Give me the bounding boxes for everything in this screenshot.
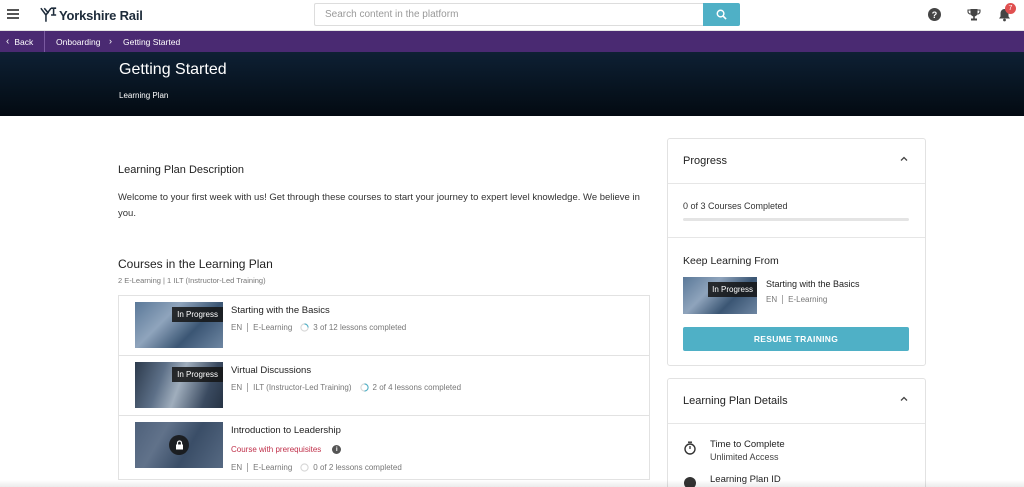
top-bar: Yorkshire Rail ? 7 (0, 0, 1024, 31)
course-type: E-Learning (253, 463, 293, 472)
course-type: E-Learning (253, 323, 293, 332)
meta-divider (247, 463, 249, 472)
course-meta: EN E-Learning 3 of 12 lessons completed (231, 323, 406, 332)
meta-divider (782, 295, 784, 304)
status-badge: In Progress (172, 307, 223, 322)
breadcrumb-onboarding[interactable]: Onboarding (56, 37, 100, 47)
course-row-intro-leadership[interactable]: Introduction to Leadership Course with p… (119, 416, 649, 480)
breadcrumb-current: Getting Started (123, 37, 181, 47)
course-title[interactable]: Introduction to Leadership (231, 425, 341, 436)
help-icon[interactable]: ? (928, 8, 941, 21)
progress-ring-icon (300, 463, 309, 472)
search-input[interactable] (315, 4, 704, 25)
keep-learning-meta: EN E-Learning (766, 295, 827, 304)
back-button[interactable]: ‹ Back (6, 31, 33, 52)
course-thumbnail[interactable]: In Progress (135, 302, 223, 348)
courses-completed-text: 0 of 3 Courses Completed (683, 201, 788, 211)
info-icon[interactable]: i (332, 445, 342, 454)
progress-ring-icon (359, 383, 369, 392)
status-badge: In Progress (708, 282, 757, 297)
search-box (314, 3, 704, 26)
course-type: ILT (Instructor-Led Training) (253, 383, 352, 392)
stopwatch-icon (684, 441, 696, 455)
meta-divider (247, 323, 249, 332)
course-progress: 2 of 4 lessons completed (372, 383, 462, 392)
prerequisite-notice: Course with prerequisites i (231, 445, 342, 454)
course-title[interactable]: Virtual Discussions (231, 365, 311, 376)
details-card-header[interactable]: Learning Plan Details (668, 379, 925, 424)
notification-badge: 7 (1005, 3, 1016, 14)
keep-learning-heading: Keep Learning From (683, 255, 779, 267)
keep-learning-thumbnail[interactable]: In Progress (683, 277, 757, 314)
progress-card: Progress 0 of 3 Courses Completed Keep L… (667, 138, 926, 366)
progress-bar (683, 218, 909, 221)
menu-icon[interactable] (7, 9, 19, 19)
status-badge: In Progress (172, 367, 223, 382)
details-card: Learning Plan Details Time to Complete U… (667, 378, 926, 487)
card-divider (668, 237, 925, 238)
page-title: Getting Started (119, 61, 227, 78)
description-text: Welcome to your first week with us! Get … (118, 192, 640, 219)
brand-logo[interactable]: Yorkshire Rail (40, 6, 143, 24)
bottom-edge-shadow (0, 480, 1024, 487)
course-language: EN (766, 295, 778, 304)
chevron-left-icon: ‹ (6, 36, 10, 47)
back-label: Back (14, 36, 34, 47)
course-thumbnail[interactable]: In Progress (135, 362, 223, 408)
course-language: EN (231, 463, 243, 472)
course-row-virtual-discussions[interactable]: In Progress Virtual Discussions EN ILT (… (119, 356, 649, 416)
course-thumbnail[interactable] (135, 422, 223, 468)
course-language: EN (231, 383, 243, 392)
breadcrumb: ‹ Back Onboarding › Getting Started (0, 31, 1024, 52)
resume-training-button[interactable]: RESUME TRAINING (683, 327, 909, 351)
time-to-complete-value: Unlimited Access (710, 452, 779, 462)
chevron-up-icon[interactable] (899, 394, 909, 404)
keep-learning-course-title[interactable]: Starting with the Basics (766, 279, 860, 289)
course-title[interactable]: Starting with the Basics (231, 305, 330, 316)
course-meta: EN E-Learning 0 of 2 lessons completed (231, 463, 402, 472)
brand-name: Yorkshire Rail (59, 7, 143, 23)
chevron-up-icon[interactable] (899, 154, 909, 164)
search-button[interactable] (703, 3, 740, 26)
course-progress: 3 of 12 lessons completed (313, 323, 407, 332)
page-banner: Getting Started Learning Plan (0, 52, 1024, 116)
progress-card-title: Progress (683, 155, 728, 167)
course-type: E-Learning (788, 295, 828, 304)
page-subtitle: Learning Plan (119, 91, 169, 100)
course-meta: EN ILT (Instructor-Led Training) 2 of 4 … (231, 383, 461, 392)
courses-summary: 2 E-Learning | 1 ILT (Instructor-Led Tra… (118, 276, 266, 285)
prerequisite-text: Course with prerequisites (231, 445, 322, 454)
course-list: In Progress Starting with the Basics EN … (118, 295, 650, 480)
time-to-complete-row: Time to Complete Unlimited Access (683, 439, 785, 462)
search-icon (716, 9, 727, 20)
breadcrumb-divider (44, 31, 45, 52)
progress-ring-icon (300, 323, 309, 332)
course-progress: 0 of 2 lessons completed (313, 463, 402, 472)
chevron-right-icon: › (109, 36, 112, 46)
trophy-icon[interactable] (967, 8, 981, 22)
lock-icon (169, 435, 189, 455)
details-card-title: Learning Plan Details (683, 395, 788, 407)
meta-divider (247, 383, 249, 392)
course-row-starting-basics[interactable]: In Progress Starting with the Basics EN … (119, 296, 649, 356)
description-heading: Learning Plan Description (118, 164, 244, 176)
progress-card-header[interactable]: Progress (668, 139, 925, 184)
time-to-complete-label: Time to Complete (710, 439, 785, 450)
yorkshire-rail-logo-icon (40, 7, 57, 22)
courses-heading: Courses in the Learning Plan (118, 257, 273, 271)
course-language: EN (231, 323, 243, 332)
